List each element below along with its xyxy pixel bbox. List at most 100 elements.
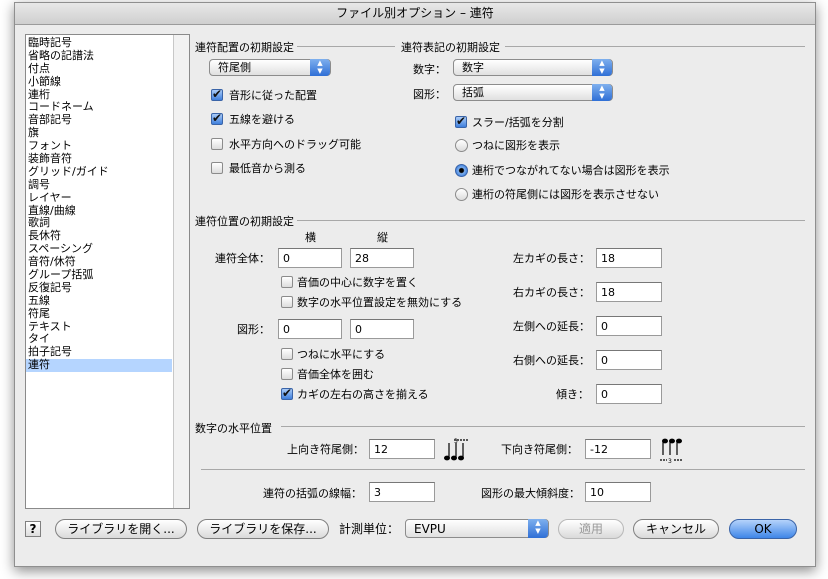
sidebar-item[interactable]: グループ括弧	[26, 268, 172, 282]
popup-arrows-icon: ▲ ▼	[592, 84, 612, 101]
number-label: 数字：	[413, 63, 446, 76]
shape-offset-label: 図形：	[237, 323, 270, 336]
shape-v-input[interactable]	[350, 319, 414, 339]
number-horiz-divider	[281, 426, 805, 427]
allow-horiz-drag-label: 水平方向へのドラッグ可能	[229, 138, 361, 151]
right-hook-input[interactable]	[596, 282, 662, 302]
dialog-window: ファイル別オプション – 連符 臨時記号 省略の記譜法 付点 小節線 連桁 コードネーム音…	[14, 2, 816, 567]
placement-divider	[297, 46, 395, 47]
always-flat-label: つねに水平にする	[297, 348, 386, 361]
bracket-divider	[201, 469, 805, 470]
max-slope-label: 図形の最大傾斜度：	[481, 487, 580, 500]
sidebar-item[interactable]: 符尾	[26, 307, 172, 321]
allow-horiz-drag-checkbox[interactable]	[211, 138, 223, 150]
avoid-staff-checkbox[interactable]	[211, 111, 223, 125]
up-stem-notes-icon: 3	[443, 438, 468, 461]
category-list[interactable]: 臨時記号 省略の記譜法 付点 小節線 連桁 コードネーム 音部記号旗フォント 装飾音符 グリッド…	[25, 34, 190, 509]
whole-tuplet-label: 連符全体：	[215, 252, 270, 265]
not-beamed-label: 連桁でつながれてない場合は図形を表示	[472, 164, 670, 177]
left-hook-input[interactable]	[596, 248, 662, 268]
popup-arrows-icon: ▲ ▼	[592, 59, 612, 76]
ignore-horiz-label: 数字の水平位置設定を無効にする	[297, 296, 463, 309]
category-list-scrollbar[interactable]	[173, 35, 189, 508]
left-hook-label: 左カギの長さ：	[513, 252, 590, 265]
sidebar-item[interactable]: 臨時記号	[26, 36, 172, 50]
left-extension-input[interactable]	[596, 316, 662, 336]
break-slur-checkbox[interactable]	[455, 114, 467, 128]
always-flat-checkbox[interactable]	[281, 348, 293, 360]
ignore-horiz-checkbox[interactable]	[281, 296, 293, 308]
vertical-column-label: 縦	[377, 231, 388, 244]
down-stem-label: 下向き符尾側：	[501, 443, 578, 456]
up-stem-input[interactable]	[369, 439, 435, 459]
number-horiz-section-title: 数字の水平位置	[195, 422, 272, 435]
horizontal-column-label: 横	[305, 231, 316, 244]
cancel-button[interactable]: キャンセル	[633, 519, 719, 539]
left-extension-label: 左側への延長：	[513, 320, 590, 333]
whole-v-input[interactable]	[350, 248, 414, 268]
appearance-section-title: 連符表記の初期設定	[401, 41, 500, 54]
slope-label: 傾き：	[556, 388, 589, 401]
units-popup[interactable]: EVPU ▲ ▼	[405, 519, 549, 538]
shape-h-input[interactable]	[278, 319, 342, 339]
placement-popup-value: 符尾側	[218, 61, 251, 74]
right-hook-label: 右カギの長さ：	[513, 286, 590, 299]
shape-popup-value: 括弧	[462, 86, 484, 99]
units-popup-value: EVPU	[414, 522, 446, 536]
never-stem-side-radio[interactable]	[455, 188, 468, 201]
center-number-checkbox[interactable]	[281, 276, 293, 288]
always-shape-radio[interactable]	[455, 139, 468, 152]
sidebar-item[interactable]: 小節線	[26, 75, 172, 89]
full-duration-checkbox[interactable]	[281, 368, 293, 380]
appearance-divider	[505, 46, 805, 47]
up-stem-icon-number: 3	[454, 438, 458, 445]
never-stem-side-label: 連桁の符尾側には図形を表示させない	[472, 188, 659, 201]
match-shape-checkbox[interactable]	[211, 87, 223, 101]
number-popup-value: 数字	[462, 61, 484, 74]
sidebar-item[interactable]: 反復記号	[26, 281, 172, 295]
down-stem-input[interactable]	[585, 439, 651, 459]
sidebar-item[interactable]: 五線	[26, 294, 172, 308]
sidebar-item[interactable]: 音部記号	[26, 113, 172, 127]
match-hooks-checkbox[interactable]	[281, 386, 293, 400]
shape-popup[interactable]: 括弧 ▲ ▼	[453, 84, 613, 101]
number-popup[interactable]: 数字 ▲ ▼	[453, 59, 613, 76]
position-divider	[297, 220, 805, 221]
sidebar-item[interactable]: 連符	[26, 358, 172, 373]
shape-label: 図形：	[413, 88, 446, 101]
whole-h-input[interactable]	[278, 248, 342, 268]
ok-button[interactable]: OK	[729, 519, 797, 539]
sidebar-item[interactable]: 付点	[26, 62, 172, 76]
sidebar-item[interactable]: 省略の記譜法	[26, 49, 172, 63]
right-extension-label: 右側への延長：	[513, 354, 590, 367]
sidebar-item[interactable]: 調号	[26, 178, 172, 192]
popup-arrows-icon: ▲ ▼	[310, 59, 330, 76]
up-stem-label: 上向き符尾側：	[287, 443, 364, 456]
bracket-width-input[interactable]	[369, 482, 435, 502]
category-list-items: 臨時記号 省略の記譜法 付点 小節線 連桁 コードネーム 音部記号旗フォント 装飾音符 グリッド…	[26, 36, 172, 373]
popup-arrows-icon: ▲ ▼	[528, 519, 548, 538]
always-shape-label: つねに図形を表示	[472, 139, 560, 152]
window-title: ファイル別オプション – 連符	[15, 3, 815, 25]
slope-input[interactable]	[596, 384, 662, 404]
center-number-label: 音価の中心に数字を置く	[297, 276, 418, 289]
measure-lowest-checkbox[interactable]	[211, 162, 223, 174]
not-beamed-radio[interactable]	[455, 164, 468, 177]
sidebar-item[interactable]: 装飾音符	[26, 152, 172, 166]
placement-popup[interactable]: 符尾側 ▲ ▼	[209, 59, 331, 76]
sidebar-item[interactable]: レイヤー	[26, 191, 172, 205]
avoid-staff-label: 五線を避ける	[229, 113, 295, 126]
placement-section-title: 連符配置の初期設定	[195, 41, 294, 54]
measure-lowest-label: 最低音から測る	[229, 162, 306, 175]
right-extension-input[interactable]	[596, 350, 662, 370]
break-slur-label: スラー/括弧を分割	[472, 116, 564, 129]
units-label: 計測単位：	[339, 522, 400, 536]
max-slope-input[interactable]	[585, 482, 651, 502]
apply-button[interactable]: 適用	[558, 519, 624, 539]
match-shape-label: 音形に従った配置	[229, 89, 317, 102]
sidebar-item[interactable]: グリッド/ガイド	[26, 165, 172, 179]
save-library-button[interactable]: ライブラリを保存...	[197, 519, 329, 539]
help-button[interactable]: ?	[25, 521, 41, 537]
open-library-button[interactable]: ライブラリを開く...	[55, 519, 187, 539]
full-duration-label: 音価全体を囲む	[297, 368, 374, 381]
